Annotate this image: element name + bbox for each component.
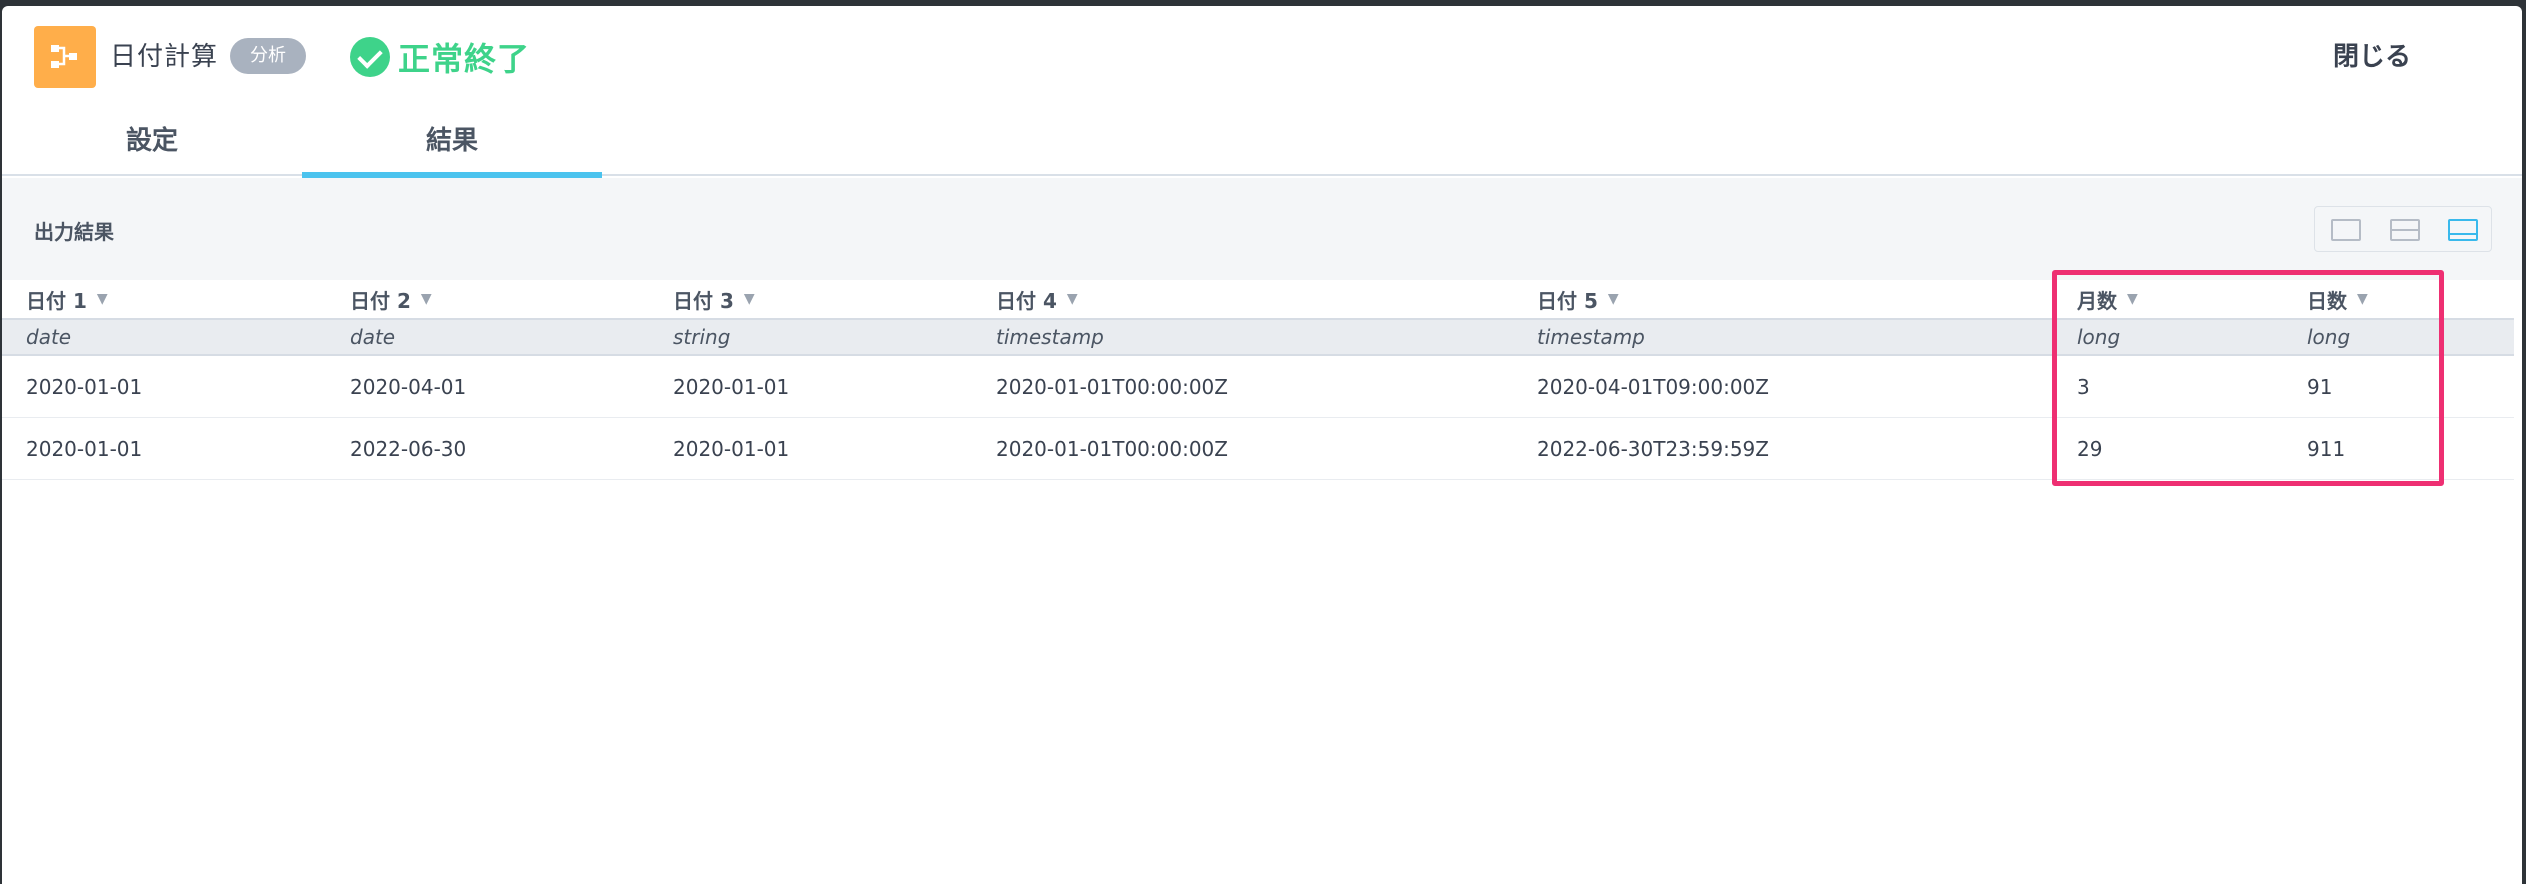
- column-type: date: [350, 325, 396, 349]
- column-type: long: [2077, 325, 2121, 349]
- table-cell: 29: [2077, 436, 2103, 461]
- column-header[interactable]: 日付 3 ▼: [673, 280, 755, 318]
- flow-node-icon: [34, 26, 96, 88]
- status-text: 正常終了: [398, 40, 531, 78]
- page-title: 日付計算: [110, 42, 219, 72]
- result-modal: 日付計算 分析 正常終了 閉じる 設定 結果 出力結果 日付 1 ▼ 日付 2 ▼: [2, 6, 2522, 884]
- column-type: timestamp: [1537, 325, 1645, 349]
- modal-header: 日付計算 分析 正常終了 閉じる: [2, 6, 2522, 106]
- column-name: 日付 2: [350, 288, 411, 313]
- column-name: 日数: [2307, 288, 2347, 313]
- tab-result[interactable]: 結果: [302, 106, 602, 178]
- column-type: date: [26, 325, 72, 349]
- column-header[interactable]: 日付 5 ▼: [1537, 280, 1619, 318]
- sort-arrow-icon[interactable]: ▼: [2127, 291, 2138, 307]
- single-pane-button[interactable]: [2315, 207, 2374, 251]
- sort-arrow-icon[interactable]: ▼: [1067, 291, 1078, 307]
- table-cell: 2020-01-01T00:00:00Z: [996, 436, 1228, 461]
- single-pane-icon: [2331, 219, 2361, 241]
- split-pane-button[interactable]: [2374, 207, 2433, 251]
- column-name: 月数: [2077, 288, 2117, 313]
- sort-arrow-icon[interactable]: ▼: [97, 291, 108, 307]
- status-indicator: 正常終了: [350, 36, 530, 78]
- sort-arrow-icon[interactable]: ▼: [744, 291, 755, 307]
- table-cell: 2020-01-01T00:00:00Z: [996, 374, 1228, 399]
- sort-arrow-icon[interactable]: ▼: [421, 291, 432, 307]
- column-header[interactable]: 日付 4 ▼: [996, 280, 1078, 318]
- column-header[interactable]: 日数 ▼: [2307, 280, 2368, 318]
- column-header[interactable]: 月数 ▼: [2077, 280, 2138, 318]
- table-cell: 2020-01-01: [673, 436, 790, 461]
- table-cell: 2022-06-30T23:59:59Z: [1537, 436, 1769, 461]
- column-type: string: [673, 325, 731, 349]
- close-button[interactable]: 閉じる: [2302, 32, 2442, 82]
- column-type: timestamp: [996, 325, 1104, 349]
- sort-arrow-icon[interactable]: ▼: [1608, 291, 1619, 307]
- column-name: 日付 1: [26, 288, 87, 313]
- table-cell: 2020-01-01: [26, 436, 143, 461]
- table-cell: 2020-04-01: [350, 374, 467, 399]
- table-row: 2020-01-01 2020-04-01 2020-01-01 2020-01…: [2, 356, 2514, 418]
- table-cell: 91: [2307, 374, 2333, 399]
- table-cell: 911: [2307, 436, 2346, 461]
- column-name: 日付 4: [996, 288, 1057, 313]
- bottom-pane-icon: [2448, 219, 2479, 241]
- table-header-row: 日付 1 ▼ 日付 2 ▼ 日付 3 ▼ 日付 4 ▼ 日付 5 ▼ 月数 ▼ 日数 ▼: [2, 280, 2514, 318]
- column-header[interactable]: 日付 1 ▼: [26, 280, 108, 318]
- table-cell: 2022-06-30: [350, 436, 467, 461]
- check-circle-icon: [350, 37, 390, 77]
- table-cell: 3: [2077, 374, 2090, 399]
- table-cell: 2020-04-01T09:00:00Z: [1537, 374, 1769, 399]
- tab-settings[interactable]: 設定: [2, 106, 302, 176]
- column-type: long: [2307, 325, 2351, 349]
- bottom-pane-button[interactable]: [2432, 207, 2491, 251]
- output-toolbar: 出力結果: [2, 178, 2522, 280]
- table-cell: 2020-01-01: [26, 374, 143, 399]
- results-table: 日付 1 ▼ 日付 2 ▼ 日付 3 ▼ 日付 4 ▼ 日付 5 ▼ 月数 ▼ 日数 ▼ da…: [2, 280, 2514, 480]
- table-row: 2020-01-01 2022-06-30 2020-01-01 2020-01…: [2, 418, 2514, 480]
- column-name: 日付 5: [1537, 288, 1598, 313]
- category-badge: 分析: [230, 38, 306, 74]
- tab-bar: 設定 結果: [2, 106, 2522, 178]
- table-cell: 2020-01-01: [673, 374, 790, 399]
- output-label: 出力結果: [34, 220, 114, 244]
- column-type-row: date date string timestamp timestamp lon…: [2, 318, 2514, 356]
- view-mode-switch: [2314, 206, 2492, 252]
- sort-arrow-icon[interactable]: ▼: [2357, 291, 2368, 307]
- column-header[interactable]: 日付 2 ▼: [350, 280, 432, 318]
- split-pane-icon: [2389, 219, 2420, 241]
- column-name: 日付 3: [673, 288, 734, 313]
